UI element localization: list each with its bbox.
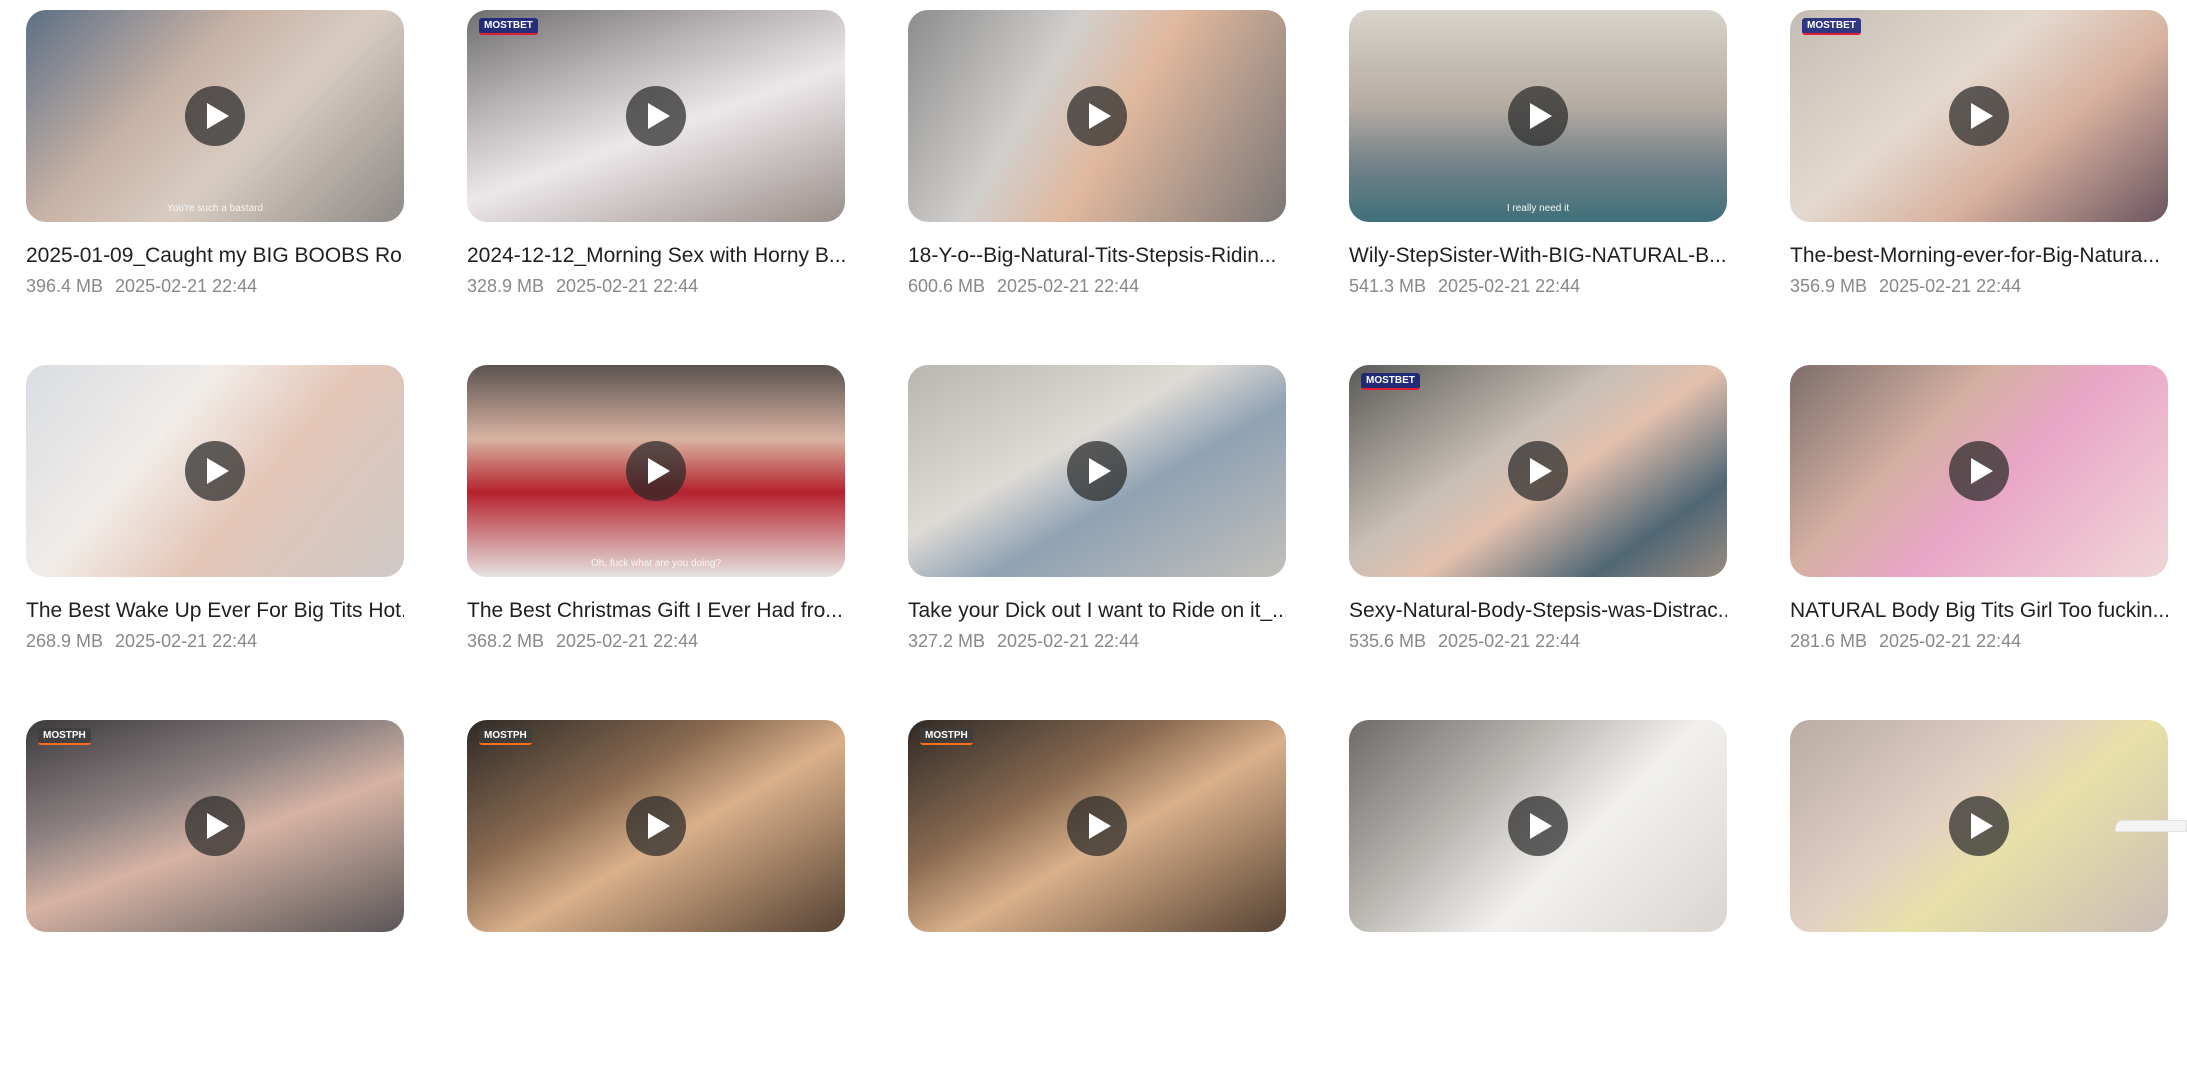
play-icon[interactable]: [1949, 86, 2009, 146]
modified-date: 2025-02-21 22:44: [1879, 276, 2021, 296]
modified-date: 2025-02-21 22:44: [997, 631, 1139, 651]
play-icon[interactable]: [626, 796, 686, 856]
video-card[interactable]: I really need it Wily-StepSister-With-BIG…: [1349, 10, 1727, 365]
video-meta: 541.3 MB 2025-02-21 22:44: [1349, 275, 1727, 297]
modified-date: 2025-02-21 22:44: [115, 631, 257, 651]
play-icon[interactable]: [1508, 796, 1568, 856]
play-icon[interactable]: [1949, 441, 2009, 501]
play-icon[interactable]: [1508, 441, 1568, 501]
video-card[interactable]: MOSTPH: [26, 720, 404, 1075]
video-thumbnail[interactable]: [26, 365, 404, 577]
video-card[interactable]: MOSTPH: [908, 720, 1286, 1075]
video-meta: 600.6 MB 2025-02-21 22:44: [908, 275, 1286, 297]
video-thumbnail[interactable]: You're such a bastard: [26, 10, 404, 222]
video-thumbnail[interactable]: I really need it: [1349, 10, 1727, 222]
modified-date: 2025-02-21 22:44: [1438, 631, 1580, 651]
video-thumbnail[interactable]: [908, 10, 1286, 222]
video-thumbnail[interactable]: MOSTPH: [26, 720, 404, 932]
video-thumbnail[interactable]: Oh, fuck what are you doing?: [467, 365, 845, 577]
video-card[interactable]: MOSTPH: [467, 720, 845, 1075]
play-icon[interactable]: [185, 86, 245, 146]
video-card[interactable]: [1790, 720, 2168, 1075]
video-meta: 281.6 MB 2025-02-21 22:44: [1790, 630, 2168, 652]
play-icon[interactable]: [185, 796, 245, 856]
watermark-badge: MOSTBET: [1361, 373, 1420, 390]
video-title[interactable]: Wily-StepSister-With-BIG-NATURAL-B...: [1349, 243, 1727, 269]
video-thumbnail[interactable]: [1790, 365, 2168, 577]
play-icon[interactable]: [1508, 86, 1568, 146]
video-meta: 368.2 MB 2025-02-21 22:44: [467, 630, 845, 652]
watermark-badge: MOSTBET: [479, 18, 538, 35]
video-meta: 268.9 MB 2025-02-21 22:44: [26, 630, 404, 652]
video-meta: 396.4 MB 2025-02-21 22:44: [26, 275, 404, 297]
video-meta: 327.2 MB 2025-02-21 22:44: [908, 630, 1286, 652]
video-thumbnail[interactable]: [908, 365, 1286, 577]
modified-date: 2025-02-21 22:44: [556, 631, 698, 651]
play-icon[interactable]: [1067, 796, 1127, 856]
video-title[interactable]: The Best Wake Up Ever For Big Tits Hot..…: [26, 598, 404, 624]
video-title[interactable]: The Best Christmas Gift I Ever Had fro..…: [467, 598, 845, 624]
video-title[interactable]: 18-Y-o--Big-Natural-Tits-Stepsis-Ridin..…: [908, 243, 1286, 269]
video-card[interactable]: Oh, fuck what are you doing? The Best Chr…: [467, 365, 845, 720]
watermark-badge: MOSTBET: [1802, 18, 1861, 35]
video-card[interactable]: You're such a bastard 2025-01-09_Caught m…: [26, 10, 404, 365]
file-size: 368.2 MB: [467, 631, 544, 651]
modified-date: 2025-02-21 22:44: [115, 276, 257, 296]
video-card[interactable]: [1349, 720, 1727, 1075]
video-title[interactable]: 2025-01-09_Caught my BIG BOOBS Ro...: [26, 243, 404, 269]
play-icon[interactable]: [1067, 441, 1127, 501]
file-size: 396.4 MB: [26, 276, 103, 296]
video-grid: You're such a bastard 2025-01-09_Caught m…: [26, 10, 2168, 1075]
play-icon[interactable]: [626, 86, 686, 146]
video-meta: 356.9 MB 2025-02-21 22:44: [1790, 275, 2168, 297]
video-card[interactable]: 18-Y-o--Big-Natural-Tits-Stepsis-Ridin..…: [908, 10, 1286, 365]
video-card[interactable]: MOSTBET 2024-12-12_Morning Sex with Horny…: [467, 10, 845, 365]
file-size: 281.6 MB: [1790, 631, 1867, 651]
video-thumbnail[interactable]: MOSTPH: [908, 720, 1286, 932]
video-title[interactable]: Sexy-Natural-Body-Stepsis-was-Distrac...: [1349, 598, 1727, 624]
video-thumbnail[interactable]: [1790, 720, 2168, 932]
video-card[interactable]: MOSTBET The-best-Morning-ever-for-Big-Nat…: [1790, 10, 2168, 365]
thumbnail-caption: You're such a bastard: [26, 203, 404, 214]
video-meta: 328.9 MB 2025-02-21 22:44: [467, 275, 845, 297]
modified-date: 2025-02-21 22:44: [1879, 631, 2021, 651]
scroll-to-top-tab[interactable]: [2115, 820, 2187, 832]
video-title[interactable]: NATURAL Body Big Tits Girl Too fuckin...: [1790, 598, 2168, 624]
video-thumbnail[interactable]: MOSTBET: [1790, 10, 2168, 222]
watermark-badge: MOSTPH: [920, 728, 973, 745]
file-size: 268.9 MB: [26, 631, 103, 651]
modified-date: 2025-02-21 22:44: [1438, 276, 1580, 296]
modified-date: 2025-02-21 22:44: [556, 276, 698, 296]
video-thumbnail[interactable]: MOSTPH: [467, 720, 845, 932]
video-card[interactable]: Take your Dick out I want to Ride on it_…: [908, 365, 1286, 720]
file-size: 327.2 MB: [908, 631, 985, 651]
play-icon[interactable]: [1949, 796, 2009, 856]
play-icon[interactable]: [185, 441, 245, 501]
file-size: 535.6 MB: [1349, 631, 1426, 651]
video-meta: 535.6 MB 2025-02-21 22:44: [1349, 630, 1727, 652]
file-size: 600.6 MB: [908, 276, 985, 296]
video-title[interactable]: 2024-12-12_Morning Sex with Horny B...: [467, 243, 845, 269]
video-card[interactable]: The Best Wake Up Ever For Big Tits Hot..…: [26, 365, 404, 720]
video-title[interactable]: Take your Dick out I want to Ride on it_…: [908, 598, 1286, 624]
video-card[interactable]: MOSTBET Sexy-Natural-Body-Stepsis-was-Dis…: [1349, 365, 1727, 720]
file-size: 356.9 MB: [1790, 276, 1867, 296]
play-icon[interactable]: [1067, 86, 1127, 146]
video-thumbnail[interactable]: MOSTBET: [1349, 365, 1727, 577]
video-thumbnail[interactable]: MOSTBET: [467, 10, 845, 222]
watermark-badge: MOSTPH: [38, 728, 91, 745]
video-thumbnail[interactable]: [1349, 720, 1727, 932]
file-size: 541.3 MB: [1349, 276, 1426, 296]
video-card[interactable]: NATURAL Body Big Tits Girl Too fuckin...…: [1790, 365, 2168, 720]
video-title[interactable]: The-best-Morning-ever-for-Big-Natura...: [1790, 243, 2168, 269]
thumbnail-caption: I really need it: [1349, 203, 1727, 214]
file-size: 328.9 MB: [467, 276, 544, 296]
play-icon[interactable]: [626, 441, 686, 501]
modified-date: 2025-02-21 22:44: [997, 276, 1139, 296]
thumbnail-caption: Oh, fuck what are you doing?: [467, 558, 845, 569]
watermark-badge: MOSTPH: [479, 728, 532, 745]
